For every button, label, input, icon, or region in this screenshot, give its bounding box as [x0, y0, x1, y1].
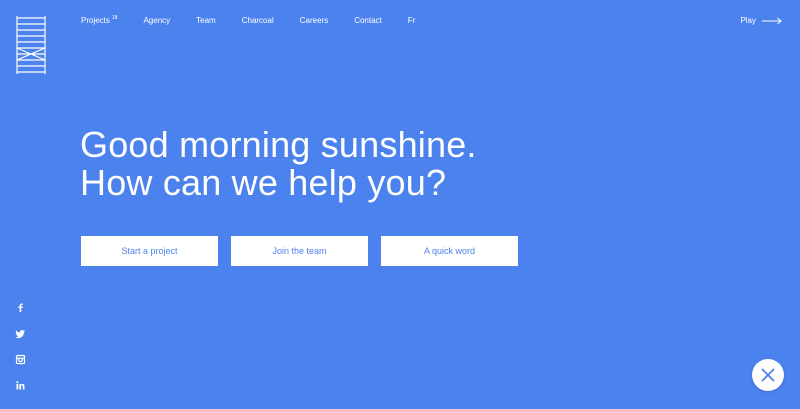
close-button[interactable]: [752, 359, 784, 391]
linkedin-icon[interactable]: [15, 378, 26, 390]
twitter-icon[interactable]: [15, 326, 26, 338]
social-links: [15, 300, 26, 390]
hero-line-2: How can we help you?: [80, 162, 447, 203]
nav-item-label: Careers: [299, 16, 329, 25]
nav-item-contact[interactable]: Contact: [354, 16, 382, 26]
nav-item-label: Agency: [143, 16, 171, 25]
nav-item-label: Contact: [354, 16, 382, 25]
ladder-logo-icon[interactable]: [16, 16, 46, 74]
facebook-icon[interactable]: [15, 300, 26, 312]
close-icon: [760, 367, 776, 383]
join-team-button[interactable]: Join the team: [231, 236, 368, 266]
nav-item-label: Team: [196, 16, 216, 25]
nav-item-charcoal[interactable]: Charcoal: [242, 16, 274, 26]
play-button[interactable]: Play: [740, 16, 782, 26]
nav-item-label: Charcoal: [241, 16, 274, 25]
main-nav: Projects 18 Agency Team Charcoal Careers …: [81, 15, 441, 27]
projects-count-badge: 18: [111, 15, 118, 21]
nav-item-label: Fr: [407, 16, 416, 25]
nav-item-language[interactable]: Fr: [408, 16, 416, 26]
instagram-icon[interactable]: [15, 352, 26, 365]
hero-heading: Good morning sunshine. How can we help y…: [80, 126, 477, 202]
play-label: Play: [740, 16, 756, 25]
quick-word-button[interactable]: A quick word: [381, 236, 518, 266]
nav-item-careers[interactable]: Careers: [300, 16, 328, 26]
arrow-right-icon: [762, 17, 782, 25]
start-project-button[interactable]: Start a project: [81, 236, 218, 266]
nav-item-projects[interactable]: Projects 18: [81, 15, 118, 27]
nav-item-team[interactable]: Team: [196, 16, 216, 26]
nav-item-agency[interactable]: Agency: [143, 16, 170, 26]
hero-line-1: Good morning sunshine.: [80, 124, 477, 165]
cta-group: Start a project Join the team A quick wo…: [81, 236, 518, 266]
nav-item-label: Projects: [81, 16, 110, 25]
